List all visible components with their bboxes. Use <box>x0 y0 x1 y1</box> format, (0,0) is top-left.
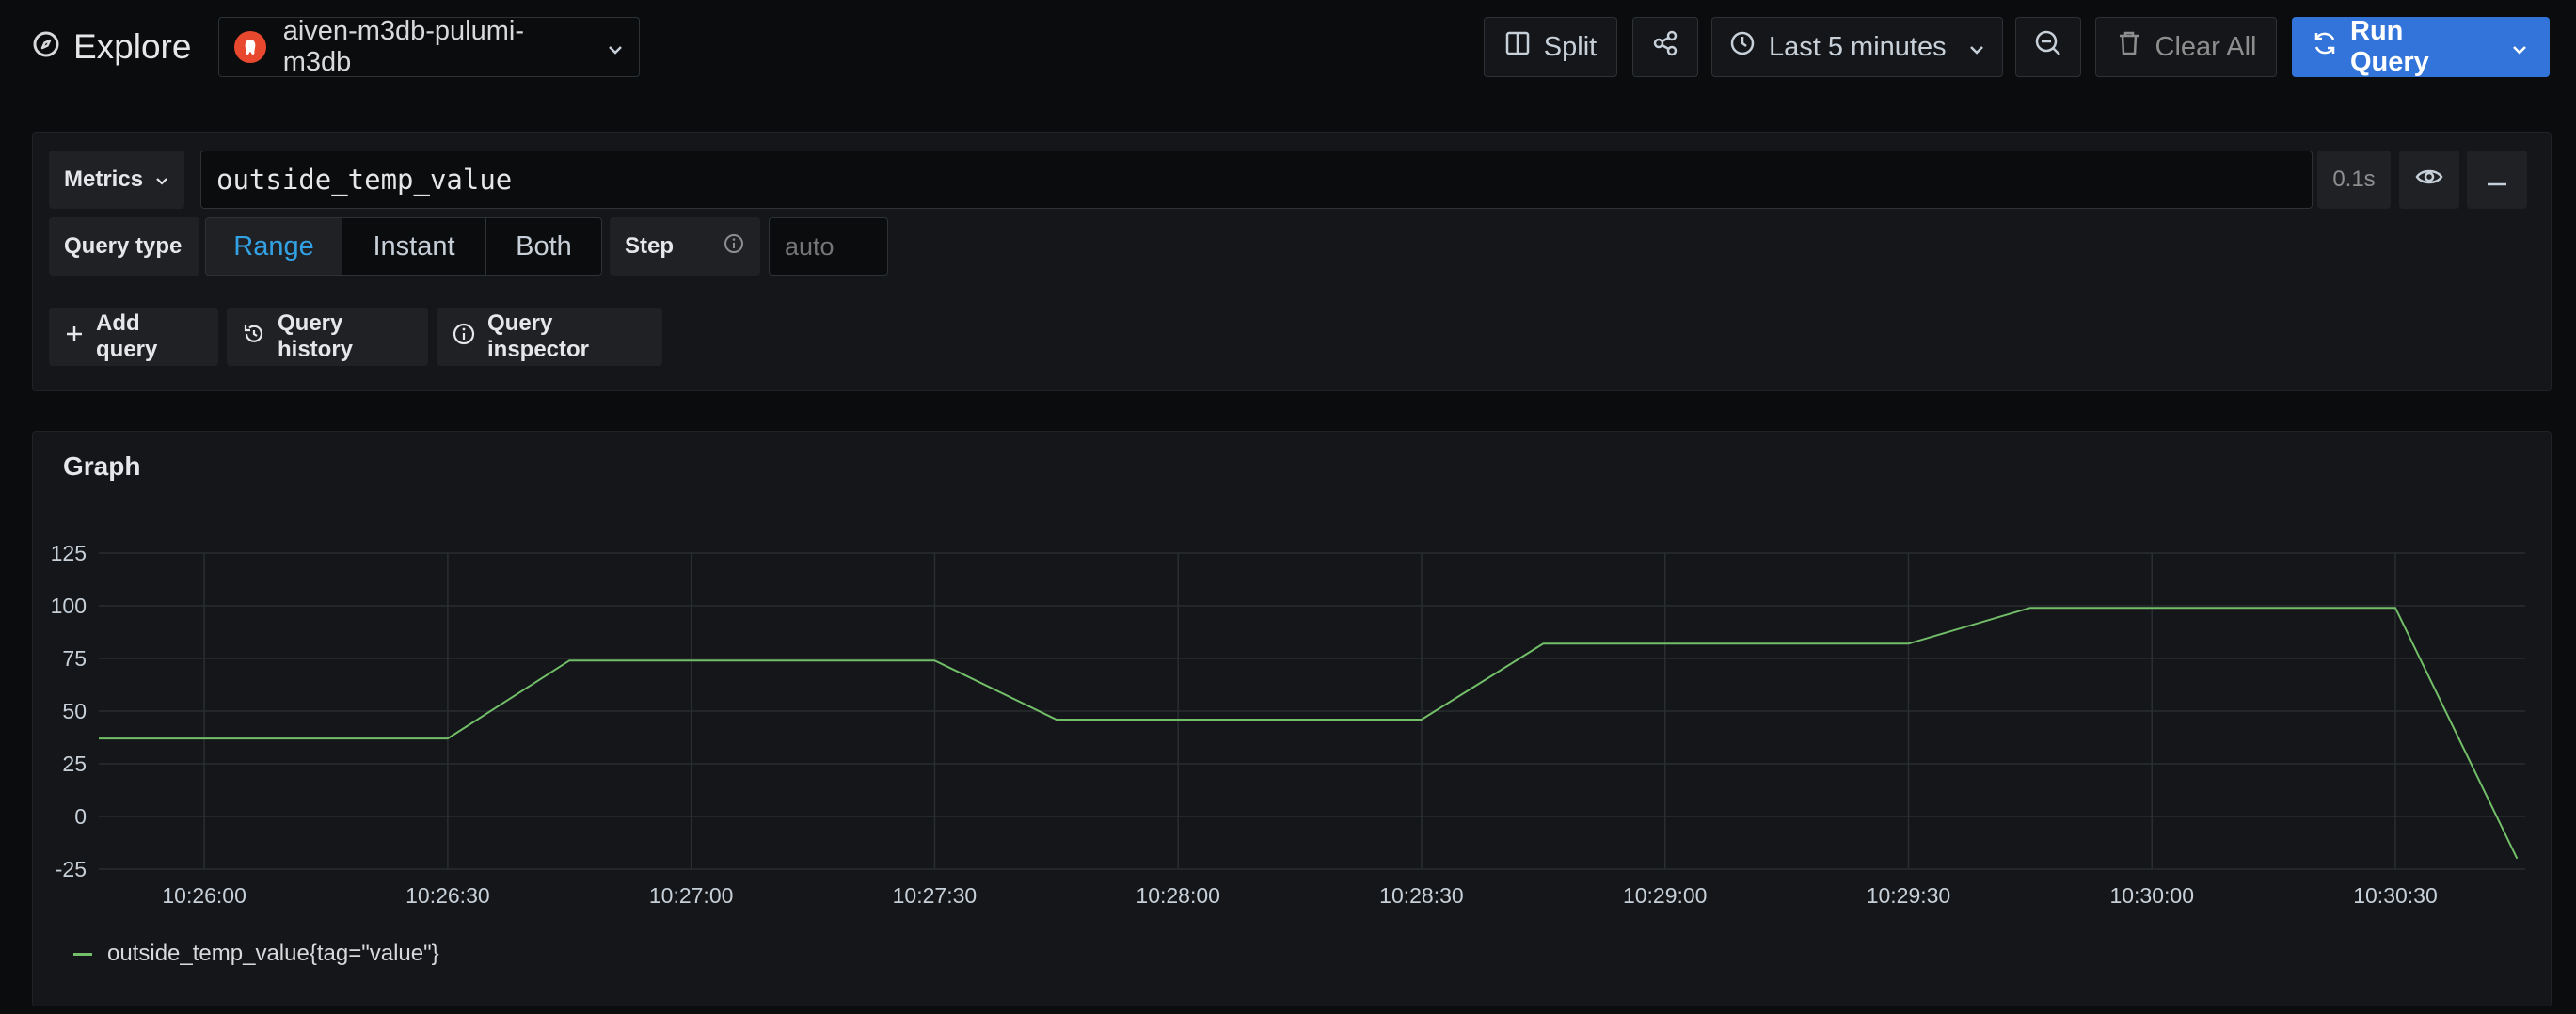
time-range-picker[interactable]: Last 5 minutes <box>1711 17 2003 77</box>
share-button[interactable] <box>1632 17 1698 77</box>
time-range-label: Last 5 minutes <box>1769 31 1947 62</box>
run-query-label: Run Query <box>2350 16 2429 77</box>
trash-icon <box>2116 29 2142 65</box>
eye-icon <box>2415 166 2443 194</box>
zoom-out-icon <box>2033 28 2063 66</box>
query-type-range-label: Range <box>233 230 314 261</box>
step-label: Step <box>625 233 675 259</box>
chevron-down-icon <box>154 166 169 193</box>
remove-query-button[interactable] <box>2467 151 2527 209</box>
query-history-button[interactable]: Query history <box>227 308 428 366</box>
legend-label: outside_temp_value{tag="value"} <box>107 941 439 966</box>
run-query-options-button[interactable] <box>2489 17 2550 77</box>
graph-title: Graph <box>63 452 141 481</box>
plus-icon <box>64 324 85 351</box>
step-input[interactable] <box>769 217 888 276</box>
page-title: Explore <box>73 27 192 66</box>
explore-header: Explore <box>32 24 191 71</box>
query-type-range[interactable]: Range <box>205 217 342 276</box>
query-type-label-box: Query type <box>49 217 199 276</box>
share-icon <box>1651 29 1679 65</box>
toggle-query-visibility-button[interactable] <box>2399 151 2459 209</box>
query-duration-text: 0.1s <box>2332 166 2376 192</box>
split-icon <box>1504 30 1531 64</box>
query-inspector-button[interactable]: Query inspector <box>437 308 662 366</box>
run-query-button[interactable]: Run Query <box>2292 16 2550 77</box>
query-history-label: Query history <box>278 310 354 362</box>
query-type-label: Query type <box>64 233 183 259</box>
metrics-label: Metrics <box>64 166 144 192</box>
info-icon <box>452 322 476 353</box>
top-bar: Explore aiven-m3db-pulumi-m3db Split Las… <box>0 0 2576 94</box>
split-button[interactable]: Split <box>1484 17 1617 77</box>
metrics-dropdown[interactable]: Metrics <box>49 151 185 209</box>
datasource-picker[interactable]: aiven-m3db-pulumi-m3db <box>218 16 640 77</box>
split-label: Split <box>1543 31 1598 62</box>
chevron-down-icon <box>2511 32 2528 63</box>
query-type-both[interactable]: Both <box>485 217 602 276</box>
query-type-instant[interactable]: Instant <box>342 217 486 276</box>
datasource-logo-icon <box>234 31 266 63</box>
chevron-down-icon <box>607 32 624 63</box>
clock-icon <box>1729 30 1756 64</box>
info-icon[interactable] <box>723 232 745 261</box>
history-icon <box>242 322 266 353</box>
query-expression-input[interactable]: outside_temp_value <box>200 151 2313 209</box>
add-query-button[interactable]: Add query <box>49 308 218 366</box>
graph-panel <box>32 431 2552 1006</box>
clear-all-button[interactable]: Clear All <box>2095 17 2277 77</box>
clear-all-label: Clear All <box>2155 31 2257 62</box>
zoom-out-button[interactable] <box>2015 17 2081 77</box>
legend-swatch <box>73 952 92 956</box>
query-inspector-label: Query inspector <box>487 310 590 362</box>
add-query-label: Add query <box>96 310 158 362</box>
datasource-name: aiven-m3db-pulumi-m3db <box>282 16 525 77</box>
chevron-down-icon <box>1968 32 1985 63</box>
query-type-both-label: Both <box>516 230 572 261</box>
query-expression-text: outside_temp_value <box>216 164 513 196</box>
compass-icon <box>32 27 60 67</box>
minus-icon <box>2486 166 2508 193</box>
refresh-icon <box>2311 29 2339 65</box>
query-type-instant-label: Instant <box>373 230 455 261</box>
step-label-box: Step <box>610 217 760 276</box>
graph-legend[interactable]: outside_temp_value{tag="value"} <box>73 941 439 967</box>
query-duration: 0.1s <box>2317 151 2391 209</box>
